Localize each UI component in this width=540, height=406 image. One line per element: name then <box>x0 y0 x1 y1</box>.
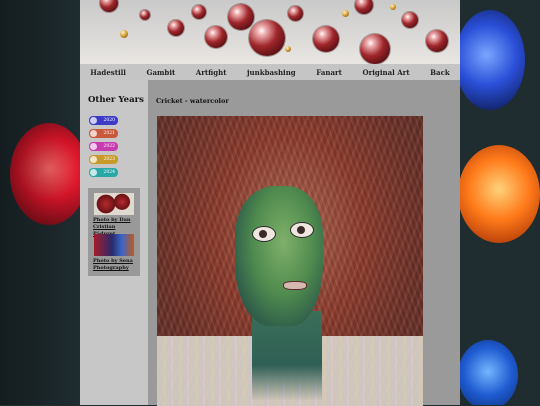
banner-bubble <box>140 10 150 20</box>
banner-gold-drop <box>390 4 396 10</box>
banner-bubble <box>205 26 227 48</box>
artwork-left-eye <box>252 226 276 242</box>
artwork-right-eye <box>290 222 314 238</box>
banner-bubble <box>355 0 373 14</box>
banner-bubble <box>313 26 339 52</box>
sidebar: Other Years 2020 2021 2022 2023 2024 Pho… <box>80 80 148 405</box>
banner-bubble <box>168 20 184 36</box>
year-label: 2020 <box>103 118 115 123</box>
year-badge-icon <box>90 169 97 176</box>
content-area: Cricket - watercolor <box>148 80 460 406</box>
nav-item-artfight[interactable]: Artfight <box>196 68 227 77</box>
banner-bubble <box>288 6 303 21</box>
year-label: 2021 <box>103 131 115 136</box>
year-button-2021[interactable]: 2021 <box>89 129 118 138</box>
year-label: 2022 <box>103 144 115 149</box>
artwork-image <box>157 116 423 406</box>
banner-gold-drop <box>285 46 291 52</box>
nav-item-fanart[interactable]: Fanart <box>316 68 342 77</box>
year-label: 2023 <box>103 157 115 162</box>
background-shade <box>0 0 80 405</box>
top-navigation: Hadestill Gambit Artfight junkbashing Fa… <box>80 64 460 80</box>
lamp-photo-thumbnail <box>94 234 134 256</box>
year-button-2022[interactable]: 2022 <box>89 142 118 151</box>
nav-item-back[interactable]: Back <box>430 68 450 77</box>
year-label: 2024 <box>103 170 115 175</box>
nav-item-hadestill[interactable]: Hadestill <box>90 68 126 77</box>
photo-credit-link-2[interactable]: Photo by Sena Photography <box>93 258 139 272</box>
blue-lamp-image <box>455 10 525 110</box>
artwork-mouth <box>283 281 307 290</box>
nav-item-junkbashing[interactable]: junkbashing <box>247 68 296 77</box>
banner-bubble <box>192 5 206 19</box>
orange-lamp-image <box>458 145 540 243</box>
year-badge-icon <box>90 117 97 124</box>
year-button-2024[interactable]: 2024 <box>89 168 118 177</box>
nav-item-gambit[interactable]: Gambit <box>147 68 176 77</box>
artwork-title: Cricket - watercolor <box>156 97 229 105</box>
photo-credits-box: Photo by Dan Cristian Pădureț Photo by S… <box>88 188 140 276</box>
banner-bubble <box>360 34 390 64</box>
nav-item-original-art[interactable]: Original Art <box>362 68 409 77</box>
banner-bubble <box>249 20 285 56</box>
banner-bubble <box>228 4 254 30</box>
banner-gold-drop <box>120 30 128 38</box>
bubble-photo-thumbnail <box>94 193 134 215</box>
year-button-2023[interactable]: 2023 <box>89 155 118 164</box>
year-badge-icon <box>90 130 97 137</box>
sidebar-title: Other Years <box>88 95 144 105</box>
banner-bubble <box>426 30 448 52</box>
year-badge-icon <box>90 143 97 150</box>
main-page: Hadestill Gambit Artfight junkbashing Fa… <box>80 0 460 406</box>
year-button-2020[interactable]: 2020 <box>89 116 118 125</box>
year-badge-icon <box>90 156 97 163</box>
banner-bubble <box>402 12 418 28</box>
header-banner <box>80 0 460 64</box>
blue-lamp-image-bottom <box>458 340 518 405</box>
banner-gold-drop <box>342 10 349 17</box>
artwork-face <box>235 186 323 326</box>
banner-bubble <box>100 0 118 12</box>
